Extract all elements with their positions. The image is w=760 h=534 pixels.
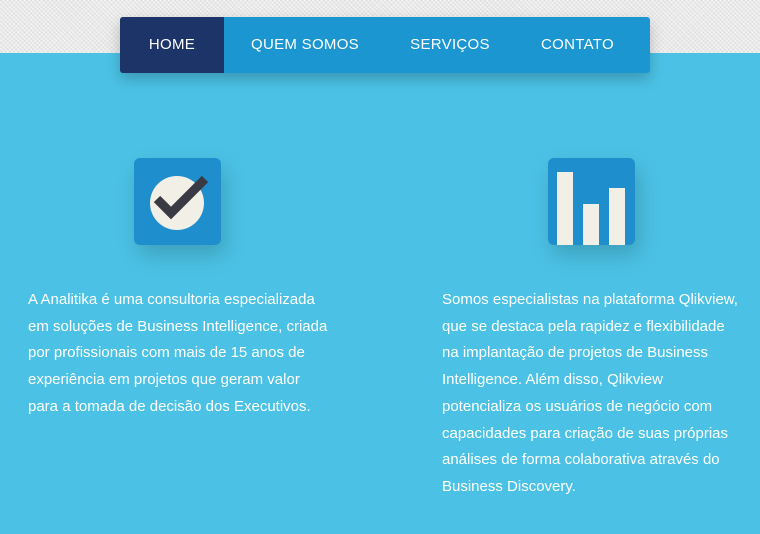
about-paragraph: A Analitika é uma consultoria especializ… xyxy=(28,287,348,421)
checkmark-icon xyxy=(134,158,221,245)
nav-item-servicos[interactable]: SERVIÇOS xyxy=(395,17,505,73)
nav-item-contato[interactable]: CONTATO xyxy=(525,17,630,73)
about-line: em soluções de Business Intelligence, cr… xyxy=(28,317,328,335)
about-line: experiência em projetos que geram valor xyxy=(28,371,300,389)
about-line: A Analitika é uma consultoria especializ… xyxy=(28,291,315,308)
qlikview-line: na implantação de projetos de Business xyxy=(442,344,709,362)
qlikview-line: Business Discovery. xyxy=(442,477,576,495)
main-navigation: HOME QUEM SOMOS SERVIÇOS CONTATO xyxy=(120,17,650,73)
about-line: por profissionais com mais de 15 anos de xyxy=(28,344,305,362)
qlikview-line: capacidades para criação de suas própria… xyxy=(442,424,729,442)
nav-item-quem-somos[interactable]: QUEM SOMOS xyxy=(235,17,375,73)
qlikview-paragraph: Somos especialistas na plataforma Qlikvi… xyxy=(442,287,742,501)
qlikview-line: potencializa os usuários de negócio com xyxy=(442,397,713,415)
qlikview-line: Somos especialistas na plataforma Qlikvi… xyxy=(442,291,738,308)
bar-chart-icon xyxy=(548,158,635,245)
qlikview-line: análises de forma colaborativa através d… xyxy=(442,451,720,469)
qlikview-line: que se destaca pela rapidez e flexibilid… xyxy=(442,317,725,335)
about-line: para a tomada de decisão dos Executivos. xyxy=(28,397,311,415)
nav-item-home[interactable]: HOME xyxy=(120,17,224,73)
qlikview-line: Intelligence. Além disso, Qlikview xyxy=(442,371,663,389)
